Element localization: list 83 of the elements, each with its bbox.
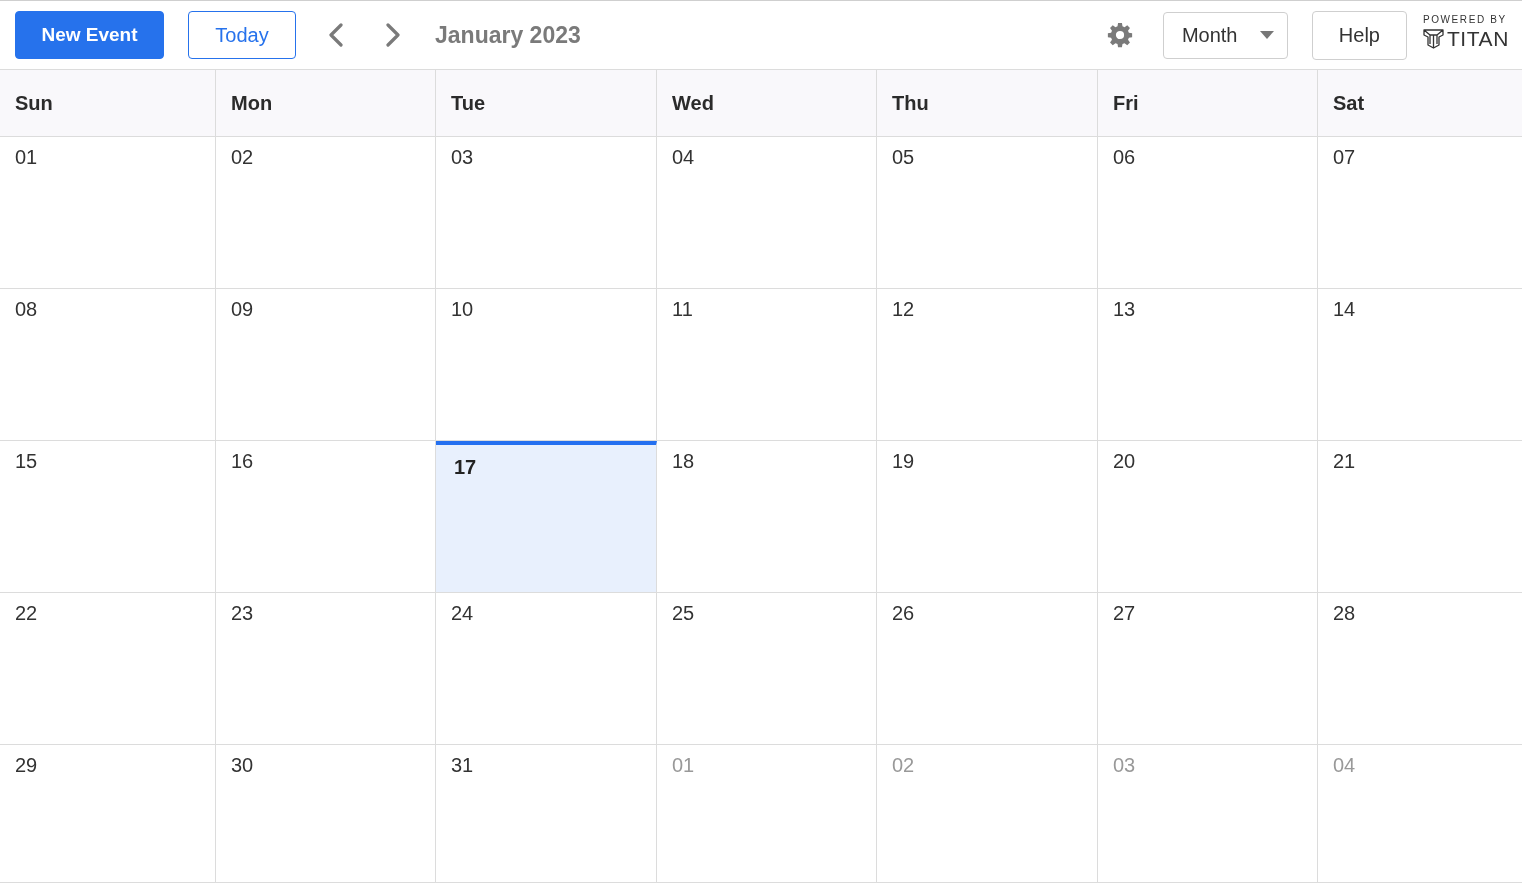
day-number: 23 (231, 601, 254, 625)
day-cell[interactable]: 07 (1318, 137, 1522, 289)
day-number: 09 (231, 297, 254, 321)
weekday-header: Sat (1318, 70, 1522, 137)
weekday-header: Fri (1098, 70, 1318, 137)
day-cell[interactable]: 06 (1098, 137, 1318, 289)
day-number: 10 (451, 297, 474, 321)
day-cell[interactable]: 19 (877, 441, 1098, 593)
day-number: 21 (1333, 449, 1356, 473)
day-number: 25 (672, 601, 695, 625)
today-button[interactable]: Today (188, 11, 296, 59)
day-number: 31 (451, 753, 474, 777)
chevron-left-icon[interactable] (328, 23, 344, 47)
day-cell[interactable]: 15 (0, 441, 216, 593)
day-cell[interactable]: 03 (436, 137, 657, 289)
powered-by-caption: POWERED BY (1422, 13, 1507, 25)
day-cell[interactable]: 25 (657, 593, 877, 745)
chevron-right-icon[interactable] (385, 23, 401, 47)
help-button[interactable]: Help (1311, 10, 1407, 60)
day-number: 18 (672, 449, 695, 473)
day-number: 02 (892, 753, 915, 777)
day-number: 19 (892, 449, 915, 473)
new-event-button[interactable]: New Event (15, 11, 164, 59)
day-number: 04 (1333, 753, 1356, 777)
day-number: 24 (451, 601, 474, 625)
day-number: 20 (1113, 449, 1136, 473)
day-number: 01 (672, 753, 695, 777)
weekday-header: Thu (877, 70, 1098, 137)
brand-name: TITAN (1446, 26, 1509, 51)
day-number: 08 (15, 297, 38, 321)
day-number: 16 (231, 449, 254, 473)
day-cell[interactable]: 27 (1098, 593, 1318, 745)
day-cell[interactable]: 18 (657, 441, 877, 593)
weekday-header: Sun (0, 70, 216, 137)
day-number: 28 (1333, 601, 1356, 625)
day-cell[interactable]: 17 (436, 441, 657, 593)
weekday-header: Wed (657, 70, 877, 137)
day-number: 15 (15, 449, 38, 473)
day-cell[interactable]: 21 (1318, 441, 1522, 593)
day-cell[interactable]: 11 (657, 289, 877, 441)
weekday-header: Tue (436, 70, 657, 137)
day-cell[interactable]: 20 (1098, 441, 1318, 593)
day-cell[interactable]: 05 (877, 137, 1098, 289)
day-cell[interactable]: 02 (216, 137, 436, 289)
day-cell[interactable]: 13 (1098, 289, 1318, 441)
weekday-header: Mon (216, 70, 436, 137)
day-cell[interactable]: 14 (1318, 289, 1522, 441)
day-number: 13 (1113, 297, 1136, 321)
day-cell[interactable]: 28 (1318, 593, 1522, 745)
day-number: 07 (1333, 145, 1356, 169)
day-cell[interactable]: 26 (877, 593, 1098, 745)
day-cell[interactable]: 22 (0, 593, 216, 745)
day-number: 29 (15, 753, 38, 777)
day-number: 04 (672, 145, 695, 169)
caret-down-icon (1259, 31, 1274, 39)
day-number: 17 (454, 455, 477, 479)
day-number: 02 (231, 145, 254, 169)
settings-icon[interactable] (1106, 22, 1133, 48)
day-cell[interactable]: 29 (0, 745, 216, 883)
day-number: 11 (672, 297, 693, 321)
day-cell[interactable]: 31 (436, 745, 657, 883)
day-number: 22 (15, 601, 38, 625)
day-number: 12 (892, 297, 915, 321)
day-number: 30 (231, 753, 254, 777)
day-cell[interactable]: 04 (657, 137, 877, 289)
day-number: 27 (1113, 601, 1136, 625)
day-cell[interactable]: 09 (216, 289, 436, 441)
day-cell[interactable]: 12 (877, 289, 1098, 441)
day-number: 06 (1113, 145, 1136, 169)
day-number: 14 (1333, 297, 1356, 321)
day-number: 03 (1113, 753, 1136, 777)
day-cell[interactable]: 30 (216, 745, 436, 883)
day-number: 05 (892, 145, 915, 169)
month-title: January 2023 (435, 21, 581, 49)
day-cell[interactable]: 24 (436, 593, 657, 745)
day-number: 26 (892, 601, 915, 625)
view-select[interactable]: Month (1162, 11, 1288, 59)
day-cell[interactable]: 08 (0, 289, 216, 441)
day-cell[interactable]: 01 (0, 137, 216, 289)
day-cell[interactable]: 23 (216, 593, 436, 745)
day-number: 01 (15, 145, 38, 169)
logo-icon (1422, 28, 1444, 49)
day-number: 03 (451, 145, 474, 169)
